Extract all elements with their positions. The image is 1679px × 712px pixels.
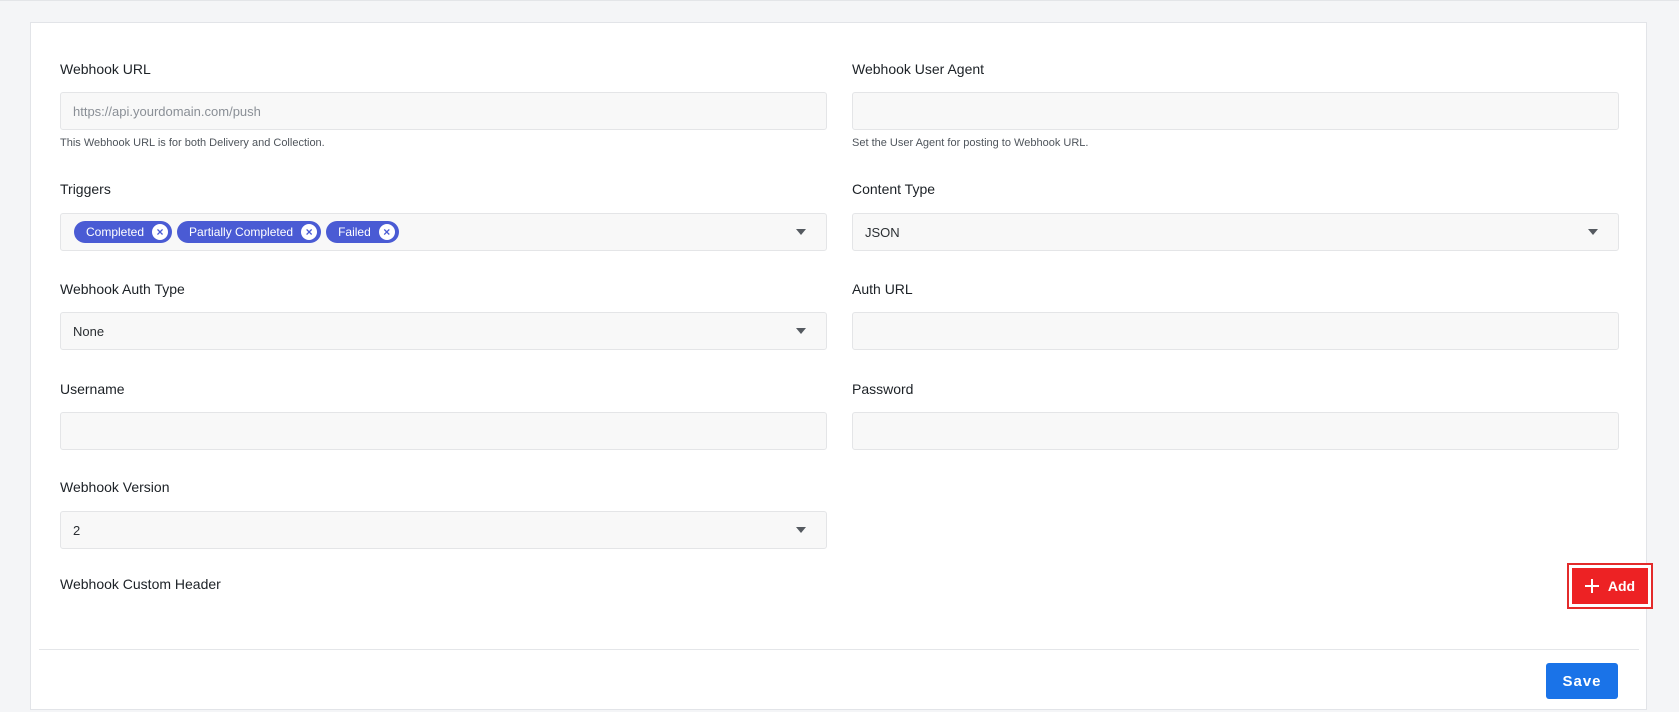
auth-url-label: Auth URL: [852, 281, 913, 297]
webhook-custom-header-label: Webhook Custom Header: [60, 576, 221, 592]
webhook-auth-type-select[interactable]: None: [60, 312, 827, 350]
webhook-version-select[interactable]: 2: [60, 511, 827, 549]
trigger-chip-failed: Failed ×: [326, 221, 399, 243]
webhook-url-label: Webhook URL: [60, 61, 151, 77]
trigger-chip-completed: Completed ×: [74, 221, 173, 243]
trigger-chip-label: Completed: [86, 225, 145, 239]
chevron-down-icon[interactable]: [796, 328, 806, 334]
triggers-label: Triggers: [60, 181, 111, 197]
top-border: [0, 0, 1679, 1]
trigger-chip-partially-completed: Partially Completed ×: [177, 221, 322, 243]
close-circle-icon[interactable]: ×: [152, 224, 169, 240]
footer-divider: [39, 649, 1639, 650]
webhook-user-agent-label: Webhook User Agent: [852, 61, 985, 77]
page: Webhook URL https://api.yourdomain.com/p…: [0, 0, 1679, 712]
content-type-value: JSON: [865, 224, 900, 240]
trigger-chip-label: Partially Completed: [189, 225, 294, 239]
webhook-user-agent-input[interactable]: [852, 92, 1619, 130]
auth-url-input[interactable]: [852, 312, 1619, 350]
webhook-version-label: Webhook Version: [60, 479, 170, 495]
password-input[interactable]: [852, 412, 1619, 450]
webhook-url-placeholder: https://api.yourdomain.com/push: [73, 103, 261, 119]
trigger-chip-label: Failed: [338, 225, 371, 239]
username-label: Username: [60, 381, 125, 397]
add-header-button[interactable]: Add: [1571, 567, 1649, 605]
webhook-auth-type-label: Webhook Auth Type: [60, 281, 185, 297]
webhook-version-value: 2: [73, 522, 81, 538]
chevron-down-icon[interactable]: [796, 229, 806, 235]
add-button-focus-ring: Add: [1567, 563, 1653, 609]
webhook-url-help: This Webhook URL is for both Delivery an…: [60, 137, 325, 149]
webhook-user-agent-help: Set the User Agent for posting to Webhoo…: [852, 137, 1089, 149]
add-button-label: Add: [1607, 578, 1636, 594]
close-circle-icon[interactable]: ×: [301, 224, 318, 240]
webhook-settings-card: Webhook URL https://api.yourdomain.com/p…: [30, 22, 1653, 710]
content-type-select[interactable]: JSON: [852, 213, 1619, 251]
plus-icon: [1584, 579, 1599, 593]
chevron-down-icon[interactable]: [1588, 229, 1598, 235]
webhook-auth-type-value: None: [73, 323, 105, 339]
chevron-down-icon[interactable]: [796, 527, 806, 533]
triggers-multiselect[interactable]: Completed × Partially Completed × Failed…: [60, 213, 827, 251]
password-label: Password: [852, 381, 914, 397]
save-button[interactable]: Save: [1546, 663, 1618, 699]
webhook-url-input[interactable]: https://api.yourdomain.com/push: [60, 92, 827, 130]
close-circle-icon[interactable]: ×: [378, 224, 395, 240]
username-input[interactable]: [60, 412, 827, 450]
content-type-label: Content Type: [852, 181, 936, 197]
